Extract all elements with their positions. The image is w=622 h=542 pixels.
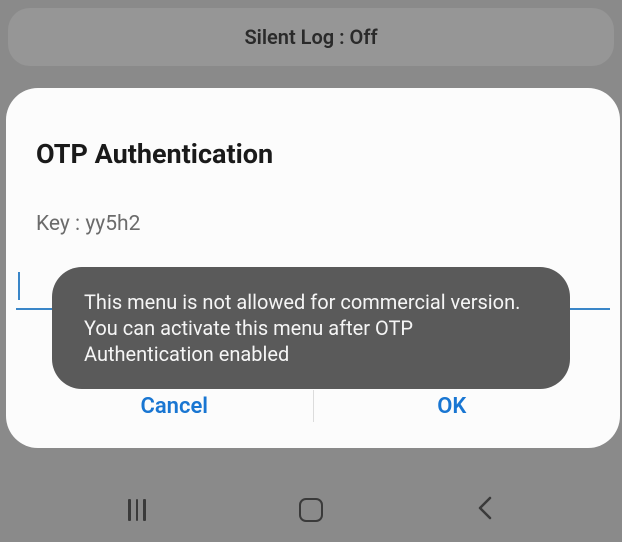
recents-button[interactable] [97,499,177,521]
toast: This menu is not allowed for commercial … [52,267,570,389]
back-icon [476,494,494,526]
back-button[interactable] [445,494,525,526]
home-icon [299,498,323,522]
home-button[interactable] [271,498,351,522]
navigation-bar [0,478,622,542]
toast-message: This menu is not allowed for commercial … [84,289,538,367]
text-cursor [18,272,20,300]
cancel-button[interactable]: Cancel [36,382,313,430]
dialog-title: OTP Authentication [36,138,590,170]
silent-log-card: Silent Log : Off [8,8,614,66]
key-label: Key : yy5h2 [36,212,590,236]
recents-icon [128,499,146,521]
dialog-buttons: Cancel OK [36,382,590,430]
ok-button[interactable]: OK [314,382,591,430]
silent-log-label: Silent Log : Off [244,25,377,49]
